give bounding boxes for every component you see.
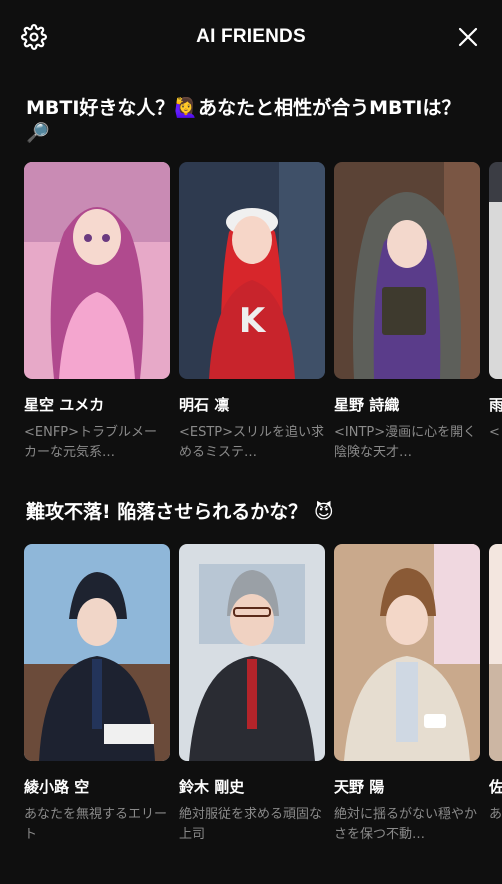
character-card[interactable]: 佐 あ bbox=[489, 544, 502, 825]
character-name: 佐 bbox=[489, 778, 502, 796]
character-card[interactable]: K 明石 凛 <ESTP>スリルを追い求めるミステ… bbox=[179, 162, 325, 463]
character-description: あなたを無視するエリート bbox=[24, 807, 168, 842]
svg-text:K: K bbox=[239, 301, 267, 341]
card-carousel[interactable]: 星空 ユメカ <ENFP>トラブルメーカーな元気系… K 明石 凛 <ESTP>… bbox=[24, 162, 502, 502]
character-image bbox=[334, 162, 480, 379]
close-icon bbox=[458, 27, 478, 47]
character-description: 絶対に揺るがない穏やかさを保つ不動… bbox=[334, 807, 478, 842]
character-name: 明石 凛 bbox=[179, 396, 230, 414]
character-card[interactable]: 雨 < bbox=[489, 162, 502, 443]
character-description: <ESTP>スリルを追い求めるミステ… bbox=[179, 425, 325, 460]
character-card[interactable]: 星空 ユメカ <ENFP>トラブルメーカーな元気系… bbox=[24, 162, 170, 463]
character-name: 鈴木 剛史 bbox=[179, 778, 245, 796]
card-carousel[interactable]: 綾小路 空 あなたを無視するエリート 鈴木 剛史 絶対服従を求める頑固な上司 天… bbox=[24, 544, 502, 884]
character-description: <INTP>漫画に心を開く陰険な天才… bbox=[334, 425, 477, 460]
section-title: 難攻不落! 陥落させられるかな？ 😈 bbox=[26, 501, 334, 523]
close-button[interactable] bbox=[455, 24, 481, 50]
character-card[interactable]: 天野 陽 絶対に揺るがない穏やかさを保つ不動… bbox=[334, 544, 480, 845]
page-title: AI FRIENDS bbox=[196, 26, 306, 47]
character-name: 天野 陽 bbox=[334, 778, 385, 796]
character-card[interactable]: 綾小路 空 あなたを無視するエリート bbox=[24, 544, 170, 845]
section-mbti: MBTI好きな人？🙋‍♀️あなたと相性が合うMBTIは？🔎 星空 ユメカ <EN… bbox=[0, 96, 502, 460]
character-description: < bbox=[489, 425, 500, 440]
character-image bbox=[24, 162, 170, 379]
character-name: 綾小路 空 bbox=[24, 778, 90, 796]
character-image bbox=[24, 544, 170, 761]
section-title: MBTI好きな人？🙋‍♀️あなたと相性が合うMBTIは？🔎 bbox=[26, 97, 461, 144]
character-name: 雨 bbox=[489, 396, 502, 414]
section-hard-to-get: 難攻不落! 陥落させられるかな？ 😈 綾小路 空 あなたを無視するエリート 鈴木… bbox=[0, 500, 502, 842]
top-bar: AI FRIENDS bbox=[0, 0, 502, 76]
character-card[interactable]: 星野 詩織 <INTP>漫画に心を開く陰険な天才… bbox=[334, 162, 480, 463]
character-image bbox=[334, 544, 480, 761]
character-image: K bbox=[179, 162, 325, 379]
character-description: あ bbox=[489, 807, 502, 822]
character-image bbox=[489, 544, 502, 761]
character-name: 星野 詩織 bbox=[334, 396, 400, 414]
character-image bbox=[179, 544, 325, 761]
character-card[interactable]: 鈴木 剛史 絶対服従を求める頑固な上司 bbox=[179, 544, 325, 845]
character-description: <ENFP>トラブルメーカーな元気系… bbox=[24, 425, 158, 460]
character-image bbox=[489, 162, 502, 379]
character-name: 星空 ユメカ bbox=[24, 396, 105, 414]
character-description: 絶対服従を求める頑固な上司 bbox=[179, 807, 323, 842]
